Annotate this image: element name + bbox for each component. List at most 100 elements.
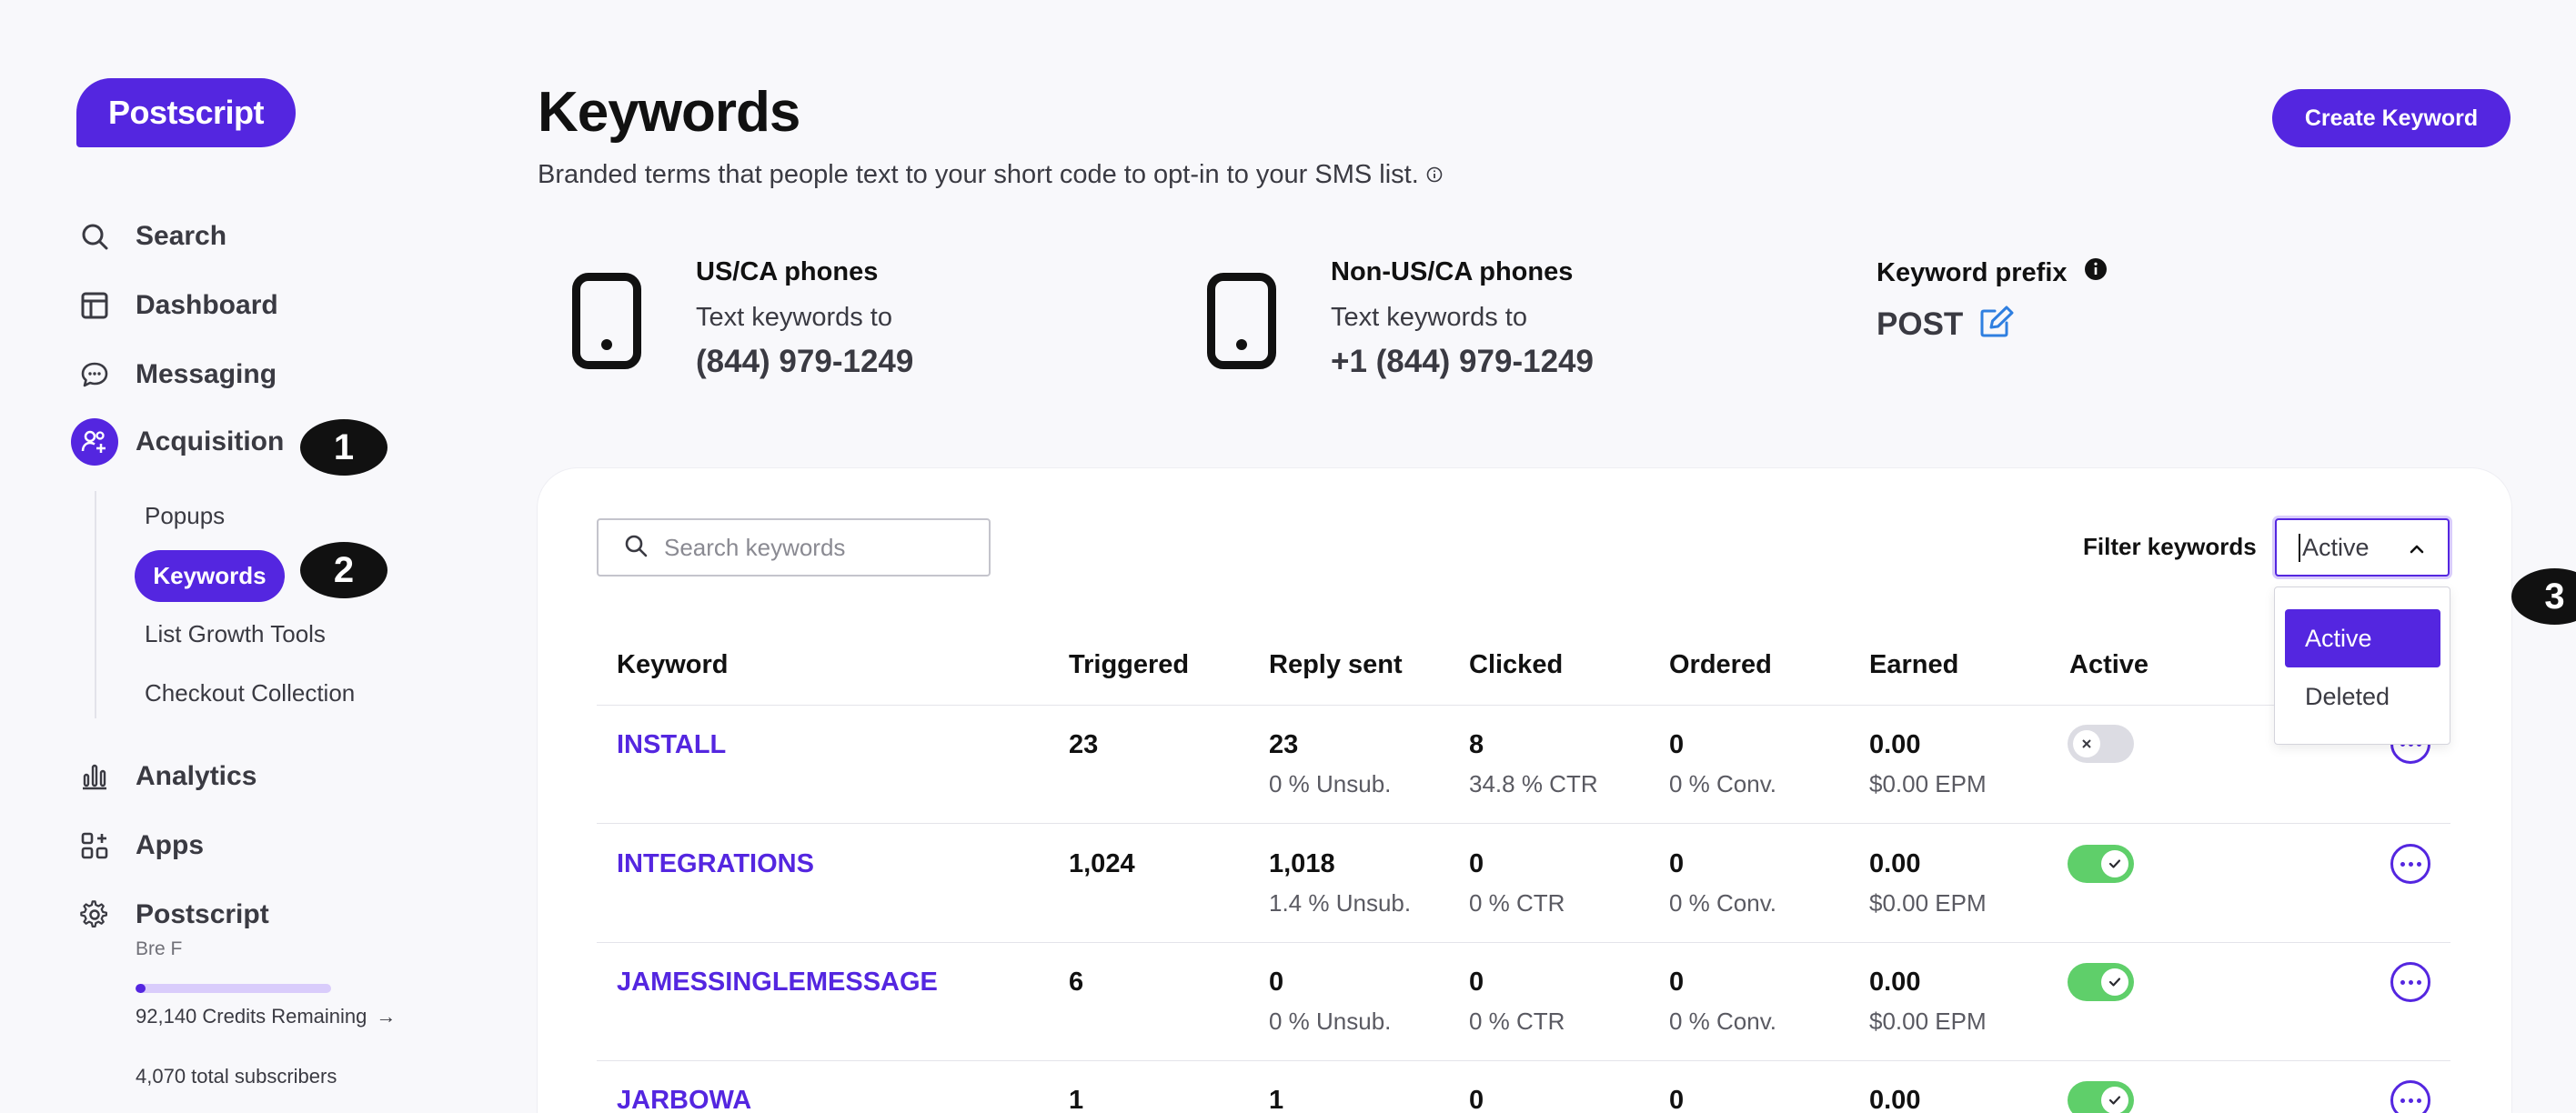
sidebar-item-apps[interactable]: Apps <box>71 822 204 869</box>
ctr-rate: 0 % CTR <box>1469 1008 1565 1035</box>
filter-keywords-select[interactable]: Active <box>2275 518 2450 577</box>
keyword-link[interactable]: INTEGRATIONS <box>617 849 814 879</box>
intl-phones-heading: Non-US/CA phones <box>1331 257 1574 286</box>
more-options-button[interactable] <box>2390 844 2430 884</box>
column-header-triggered[interactable]: Triggered <box>1069 650 1189 680</box>
annotation-badge-1: 1 <box>300 419 387 476</box>
keyword-link[interactable]: JARBOWA <box>617 1086 751 1113</box>
dashboard-icon <box>71 282 118 329</box>
search-keywords-input[interactable] <box>664 533 973 562</box>
sidebar-item-account[interactable]: Postscript <box>71 891 269 938</box>
active-toggle[interactable] <box>2068 963 2134 1001</box>
conversion-rate: 0 % Conv. <box>1669 1008 1777 1035</box>
sidebar-item-messaging[interactable]: Messaging <box>71 351 277 398</box>
postscript-logo[interactable]: Postscript <box>76 78 296 147</box>
us-phone-number: (844) 979-1249 <box>696 344 914 379</box>
earned-value: 0.00 <box>1869 968 1921 997</box>
info-icon[interactable] <box>2084 257 2108 288</box>
earned-value: 0.00 <box>1869 849 1921 878</box>
sidebar-item-dashboard[interactable]: Dashboard <box>71 282 278 329</box>
sidebar-item-analytics[interactable]: Analytics <box>71 753 257 800</box>
row-divider <box>597 823 2450 824</box>
keyword-prefix-row: POST <box>1877 306 2014 343</box>
reply-sent-value: 23 <box>1269 730 1299 759</box>
sidebar-subitem-checkout-collection[interactable]: Checkout Collection <box>145 679 355 707</box>
filter-option-deleted[interactable]: Deleted <box>2285 667 2440 726</box>
sidebar-item-label: Messaging <box>136 359 277 389</box>
sidebar-subitem-popups[interactable]: Popups <box>145 502 225 530</box>
ctr-rate: 0 % CTR <box>1469 889 1565 917</box>
edit-icon[interactable] <box>1979 306 2014 343</box>
total-subscribers: 4,070 total subscribers <box>136 1065 337 1088</box>
keyword-link[interactable]: JAMESSINGLEMESSAGE <box>617 968 938 998</box>
chat-bubble-icon <box>71 351 118 398</box>
sidebar-item-search[interactable]: Search <box>71 213 226 260</box>
info-icon[interactable] <box>1426 160 1443 190</box>
gear-icon <box>71 891 118 938</box>
phone-icon <box>1207 273 1276 369</box>
epm-value: $0.00 EPM <box>1869 889 1987 917</box>
earned-value: 0.00 <box>1869 1086 1921 1113</box>
arrow-right-icon: → <box>376 1005 397 1028</box>
sidebar-subitem-keywords[interactable]: Keywords <box>135 550 285 602</box>
check-icon <box>2101 968 2128 996</box>
intl-phone-number: +1 (844) 979-1249 <box>1331 344 1594 379</box>
row-divider <box>597 942 2450 943</box>
filter-dropdown-menu: Active Deleted <box>2274 587 2450 745</box>
page-title: Keywords <box>538 81 800 144</box>
column-header-reply-sent[interactable]: Reply sent <box>1269 650 1403 680</box>
keyword-link[interactable]: INSTALL <box>617 730 726 760</box>
us-phones-instructions: Text keywords to <box>696 303 892 332</box>
conversion-rate: 0 % Conv. <box>1669 770 1777 797</box>
more-options-button[interactable] <box>2390 1080 2430 1113</box>
filter-keywords-label: Filter keywords <box>2083 533 2257 560</box>
keyword-prefix-value: POST <box>1877 306 1964 342</box>
submenu-rail <box>95 491 96 718</box>
chevron-up-icon <box>2408 534 2426 562</box>
column-header-keyword[interactable]: Keyword <box>617 650 728 680</box>
column-header-ordered[interactable]: Ordered <box>1669 650 1772 680</box>
ordered-value: 0 <box>1669 849 1685 878</box>
more-options-button[interactable] <box>2390 962 2430 1002</box>
annotation-badge-3: 3 <box>2511 568 2576 625</box>
sidebar-subitem-list-growth-tools[interactable]: List Growth Tools <box>145 620 326 648</box>
clicked-value: 0 <box>1469 1086 1484 1113</box>
check-icon <box>2101 850 2128 877</box>
triggered-value: 6 <box>1069 968 1084 997</box>
create-keyword-button[interactable]: Create Keyword <box>2272 89 2511 147</box>
unsub-rate: 0 % Unsub. <box>1269 1008 1392 1035</box>
conversion-rate: 0 % Conv. <box>1669 889 1777 917</box>
ctr-rate: 34.8 % CTR <box>1469 770 1598 797</box>
sidebar-item-label: Search <box>136 221 227 251</box>
account-user: Bre F <box>136 938 183 959</box>
clicked-value: 0 <box>1469 968 1484 997</box>
triggered-value: 1,024 <box>1069 849 1135 878</box>
filter-selected-value: Active <box>2299 533 2370 562</box>
epm-value: $0.00 EPM <box>1869 1008 1987 1035</box>
keyword-prefix-heading: Keyword prefix <box>1877 257 2108 288</box>
sidebar-item-label: Apps <box>136 830 204 860</box>
column-header-clicked[interactable]: Clicked <box>1469 650 1563 680</box>
column-header-earned[interactable]: Earned <box>1869 650 1958 680</box>
active-toggle[interactable] <box>2068 725 2134 763</box>
unsub-rate: 1.4 % Unsub. <box>1269 889 1412 917</box>
earned-value: 0.00 <box>1869 730 1921 759</box>
bar-chart-icon <box>71 753 118 800</box>
filter-option-active[interactable]: Active <box>2285 609 2440 667</box>
credits-progress-fill <box>136 984 146 993</box>
search-icon <box>624 534 648 562</box>
page-subtitle: Branded terms that people text to your s… <box>538 160 1443 190</box>
sidebar-item-label: Acquisition <box>136 426 285 456</box>
active-toggle[interactable] <box>2068 1081 2134 1113</box>
column-header-active[interactable]: Active <box>2069 650 2148 680</box>
reply-sent-value: 1,018 <box>1269 849 1335 878</box>
credits-remaining-link[interactable]: 92,140 Credits Remaining → <box>136 1005 396 1028</box>
search-keywords-field[interactable] <box>597 518 991 577</box>
clicked-value: 0 <box>1469 849 1484 878</box>
sidebar-item-acquisition[interactable]: Acquisition <box>71 418 284 466</box>
ordered-value: 0 <box>1669 968 1685 997</box>
unsub-rate: 0 % Unsub. <box>1269 770 1392 797</box>
account-name: Postscript <box>136 899 269 929</box>
active-toggle[interactable] <box>2068 845 2134 883</box>
sidebar-item-label: Analytics <box>136 761 257 791</box>
